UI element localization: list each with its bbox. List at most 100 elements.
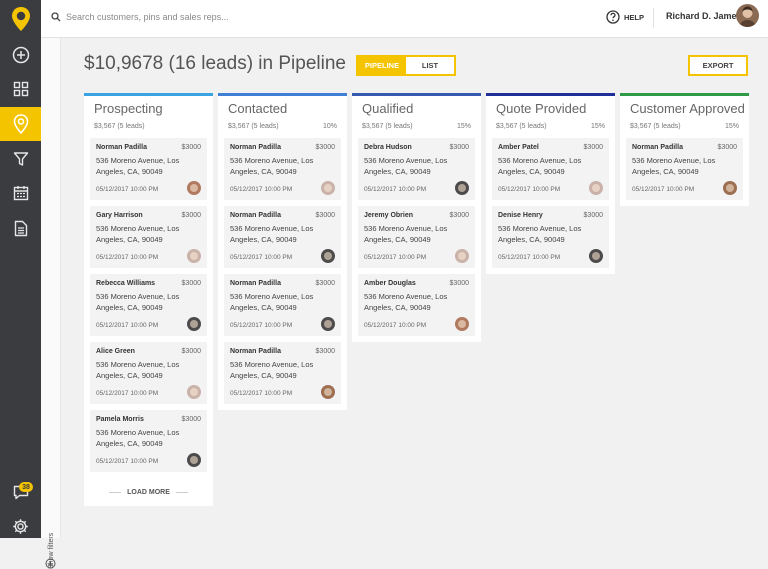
sidebar-item-add[interactable] xyxy=(0,38,41,72)
rep-avatar[interactable] xyxy=(455,181,469,195)
lead-card[interactable]: Pamela Morris $3000 536 Moreno Avenue, Los… xyxy=(90,410,207,472)
column-header: Customer Approved $3,567 (5 leads) 15% xyxy=(626,96,745,138)
lead-card[interactable]: Norman Padilla $3000 536 Moreno Avenue, Lo… xyxy=(224,138,341,200)
rep-avatar[interactable] xyxy=(187,249,201,263)
rep-avatar[interactable] xyxy=(321,317,335,331)
lead-card[interactable]: Denise Henry $3000 536 Moreno Avenue, Los … xyxy=(492,206,609,268)
column-header: Quote Provided $3,567 (5 leads) 15% xyxy=(492,96,609,138)
lead-price: $3000 xyxy=(717,144,737,151)
gear-icon xyxy=(13,518,28,534)
sidebar-item-chat[interactable]: 38 xyxy=(0,475,41,509)
search-input[interactable] xyxy=(66,12,241,22)
arrow-circle-icon[interactable] xyxy=(45,558,56,569)
lead-date: 05/12/2017 10:00 PM xyxy=(632,186,695,193)
search-bar[interactable] xyxy=(51,7,251,27)
lead-price: $3000 xyxy=(583,144,603,151)
lead-price: $3000 xyxy=(315,280,335,287)
rep-avatar[interactable] xyxy=(589,181,603,195)
lead-price: $3000 xyxy=(181,348,201,355)
lead-name: Norman Padilla xyxy=(96,144,147,151)
lead-date: 05/12/2017 10:00 PM xyxy=(96,186,159,193)
help-button[interactable]: HELP xyxy=(606,8,644,26)
lead-card[interactable]: Alice Green $3000 536 Moreno Avenue, Los A… xyxy=(90,342,207,404)
tab-pipeline[interactable]: PIPELINE xyxy=(358,57,406,74)
lead-date: 05/12/2017 10:00 PM xyxy=(230,186,293,193)
lead-address: 536 Moreno Avenue, Los Angeles, CA, 9004… xyxy=(96,156,180,176)
lead-date: 05/12/2017 10:00 PM xyxy=(364,322,427,329)
pipeline-column-qualified: Qualified $3,567 (5 leads) 15% Debra Hudson… xyxy=(352,93,481,342)
rep-avatar[interactable] xyxy=(187,317,201,331)
sidebar-item-pipeline[interactable] xyxy=(0,107,41,141)
rep-avatar[interactable] xyxy=(187,181,201,195)
sidebar-item-documents[interactable] xyxy=(0,211,41,245)
lead-card[interactable]: Norman Padilla $3000 536 Moreno Avenue, Lo… xyxy=(224,274,341,336)
lead-name: Alice Green xyxy=(96,348,135,355)
lead-card[interactable]: Rebecca Williams $3000 536 Moreno Avenue, … xyxy=(90,274,207,336)
lead-address: 536 Moreno Avenue, Los Angeles, CA, 9004… xyxy=(364,292,448,312)
column-header: Contacted $3,567 (5 leads) 10% xyxy=(224,96,341,138)
lead-card[interactable]: Amber Douglas $3000 536 Moreno Avenue, Los… xyxy=(358,274,475,336)
export-button[interactable]: EXPORT xyxy=(688,55,748,76)
rep-avatar[interactable] xyxy=(321,181,335,195)
sidebar-item-dashboard[interactable] xyxy=(0,72,41,106)
lead-card[interactable]: Jeremy Obrien $3000 536 Moreno Avenue, Los… xyxy=(358,206,475,268)
lead-card[interactable]: Amber Patel $3000 536 Moreno Avenue, Los A… xyxy=(492,138,609,200)
lead-price: $3000 xyxy=(181,280,201,287)
lead-name: Denise Henry xyxy=(498,212,543,219)
lead-address: 536 Moreno Avenue, Los Angeles, CA, 9004… xyxy=(364,156,448,176)
lead-name: Norman Padilla xyxy=(230,348,281,355)
rep-avatar[interactable] xyxy=(187,385,201,399)
lead-date: 05/12/2017 10:00 PM xyxy=(230,254,293,261)
lead-date: 05/12/2017 10:00 PM xyxy=(96,254,159,261)
lead-address: 536 Moreno Avenue, Los Angeles, CA, 9004… xyxy=(96,360,180,380)
rep-avatar[interactable] xyxy=(187,453,201,467)
lead-card[interactable]: Norman Padilla $3000 536 Moreno Avenue, Lo… xyxy=(626,138,743,200)
column-title: Customer Approved xyxy=(630,101,745,116)
rep-avatar[interactable] xyxy=(321,249,335,263)
pipeline-column-contacted: Contacted $3,567 (5 leads) 10% Norman Padil… xyxy=(218,93,347,410)
lead-name: Amber Patel xyxy=(498,144,539,151)
page-title: $10,9678 (16 leads) in Pipeline xyxy=(84,53,346,74)
lead-price: $3000 xyxy=(583,212,603,219)
lead-date: 05/12/2017 10:00 PM xyxy=(498,186,561,193)
lead-name: Amber Douglas xyxy=(364,280,416,287)
lead-address: 536 Moreno Avenue, Los Angeles, CA, 9004… xyxy=(632,156,716,176)
lead-address: 536 Moreno Avenue, Los Angeles, CA, 9004… xyxy=(364,224,448,244)
lead-card[interactable]: Debra Hudson $3000 536 Moreno Avenue, Los … xyxy=(358,138,475,200)
column-title: Contacted xyxy=(228,101,288,116)
calendar-icon xyxy=(13,186,28,201)
logo-pin-icon[interactable] xyxy=(0,0,41,38)
lead-card[interactable]: Norman Padilla $3000 536 Moreno Avenue, Lo… xyxy=(90,138,207,200)
lead-address: 536 Moreno Avenue, Los Angeles, CA, 9004… xyxy=(230,224,314,244)
lead-card[interactable]: Norman Padilla $3000 536 Moreno Avenue, Lo… xyxy=(224,342,341,404)
lead-address: 536 Moreno Avenue, Los Angeles, CA, 9004… xyxy=(96,292,180,312)
lead-price: $3000 xyxy=(181,416,201,423)
lead-card[interactable]: Gary Harrison $3000 536 Moreno Avenue, Los… xyxy=(90,206,207,268)
lead-price: $3000 xyxy=(315,212,335,219)
document-icon xyxy=(14,220,27,236)
lead-name: Rebecca Williams xyxy=(96,280,156,287)
load-more-button[interactable]: LOAD MORE xyxy=(90,478,207,506)
lead-price: $3000 xyxy=(315,144,335,151)
show-filters-toggle[interactable]: Show filters xyxy=(43,514,59,569)
rep-avatar[interactable] xyxy=(321,385,335,399)
lead-name: Jeremy Obrien xyxy=(364,212,414,219)
rep-avatar[interactable] xyxy=(723,181,737,195)
lead-price: $3000 xyxy=(449,280,469,287)
help-icon xyxy=(606,10,620,24)
tab-list[interactable]: LIST xyxy=(406,57,454,74)
sidebar-item-calendar[interactable] xyxy=(0,176,41,210)
rep-avatar[interactable] xyxy=(455,317,469,331)
lead-card[interactable]: Norman Padilla $3000 536 Moreno Avenue, Lo… xyxy=(224,206,341,268)
rep-avatar[interactable] xyxy=(589,249,603,263)
lead-price: $3000 xyxy=(449,212,469,219)
lead-date: 05/12/2017 10:00 PM xyxy=(230,390,293,397)
rep-avatar[interactable] xyxy=(455,249,469,263)
user-name[interactable]: Richard D. James xyxy=(666,11,742,21)
sidebar-item-filter[interactable] xyxy=(0,142,41,176)
lead-name: Gary Harrison xyxy=(96,212,143,219)
column-amount: $3,567 (5 leads) xyxy=(362,123,413,130)
help-label: HELP xyxy=(624,12,645,22)
user-avatar[interactable] xyxy=(736,4,759,27)
lead-name: Norman Padilla xyxy=(230,144,281,151)
